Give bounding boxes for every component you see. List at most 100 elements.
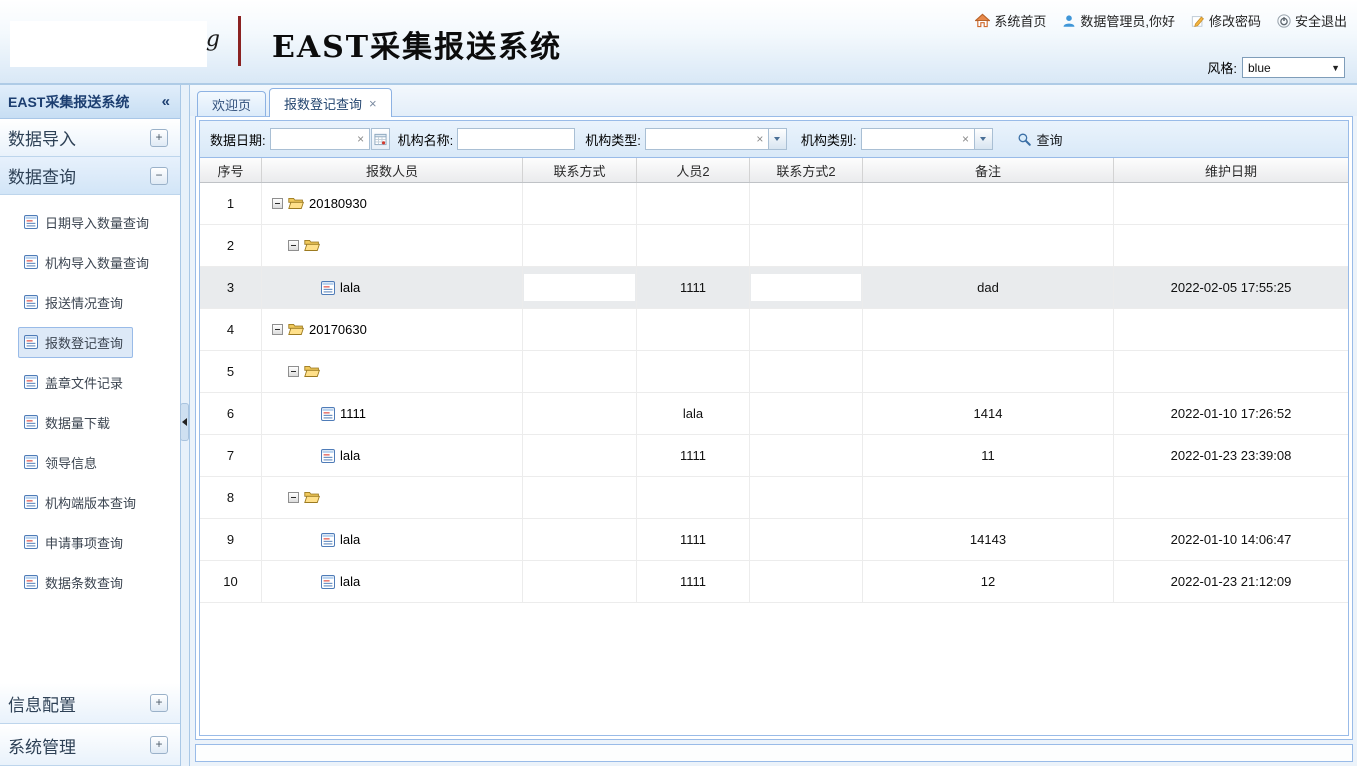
collapse-arrow-icon[interactable]: « xyxy=(162,93,170,110)
accordion-label: 系统管理 xyxy=(8,733,76,758)
sidebar-menu-item[interactable]: 机构端版本查询 xyxy=(0,482,180,522)
cell-person2: 1111 xyxy=(637,267,750,308)
sidebar-menu-item[interactable]: 机构导入数量查询 xyxy=(0,242,180,282)
combo-arrow-icon[interactable] xyxy=(974,129,992,149)
cell-person2 xyxy=(637,183,750,224)
cell-name xyxy=(262,351,523,392)
cell-person2: 1111 xyxy=(637,435,750,476)
expander-icon[interactable] xyxy=(288,240,299,251)
table-row[interactable]: 120180930 xyxy=(200,183,1348,225)
search-button-label: 查询 xyxy=(1037,130,1063,149)
table-row[interactable]: 3lala1111dad2022-02-05 17:55:25 xyxy=(200,267,1348,309)
column-header[interactable]: 序号 xyxy=(200,158,262,182)
column-header[interactable]: 维护日期 xyxy=(1114,158,1348,182)
column-header[interactable]: 联系方式 xyxy=(523,158,637,182)
table-row[interactable]: 61111lala14142022-01-10 17:26:52 xyxy=(200,393,1348,435)
sidebar-menu-item[interactable]: 报送情况查询 xyxy=(0,282,180,322)
cell-num: 6 xyxy=(200,393,262,434)
tab-label: 报数登记查询 xyxy=(284,94,362,113)
table-row[interactable]: 5 xyxy=(200,351,1348,393)
column-header[interactable]: 联系方式2 xyxy=(750,158,863,182)
sidebar-splitter[interactable] xyxy=(180,85,190,766)
sidebar-menu-item[interactable]: 数据量下载 xyxy=(0,402,180,442)
header-link[interactable]: 安全退出 xyxy=(1277,11,1347,30)
cell-contact2 xyxy=(750,309,863,350)
header-link-label: 安全退出 xyxy=(1295,11,1347,30)
plus-icon[interactable]: + xyxy=(150,694,168,712)
sidebar-item-label: 数据量下载 xyxy=(45,413,110,432)
table-row[interactable]: 10lala1111122022-01-23 21:12:09 xyxy=(200,561,1348,603)
tree-label: lala xyxy=(340,448,360,463)
sidebar-menu-item[interactable]: 领导信息 xyxy=(0,442,180,482)
sidebar-menu-item[interactable]: 报数登记查询 xyxy=(0,322,180,362)
clear-icon[interactable]: × xyxy=(353,132,369,146)
table-row[interactable]: 7lala1111112022-01-23 23:39:08 xyxy=(200,435,1348,477)
dropdown-arrow-icon: ▼ xyxy=(1331,63,1340,73)
minus-icon[interactable]: − xyxy=(150,167,168,185)
cell-note xyxy=(863,309,1114,350)
sidebar-menu-item-inner: 报数登记查询 xyxy=(18,327,133,358)
sidebar-menu-item[interactable]: 数据条数查询 xyxy=(0,562,180,602)
org-class-combo[interactable]: × xyxy=(861,128,993,150)
combo-clear-icon[interactable]: × xyxy=(752,132,768,146)
column-header[interactable]: 人员2 xyxy=(637,158,750,182)
expander-icon[interactable] xyxy=(272,324,283,335)
search-button[interactable]: 查询 xyxy=(1017,130,1063,149)
cell-contact xyxy=(523,183,637,224)
style-select[interactable]: blue ▼ xyxy=(1242,57,1345,78)
user-icon xyxy=(1062,14,1076,28)
date-input[interactable]: × xyxy=(270,128,370,150)
cell-person2: 1111 xyxy=(637,561,750,602)
table-row[interactable]: 2 xyxy=(200,225,1348,267)
accordion-data-query[interactable]: 数据查询 − xyxy=(0,157,180,195)
table-row[interactable]: 8 xyxy=(200,477,1348,519)
accordion-info-config[interactable]: 信息配置 + xyxy=(0,682,180,724)
tab[interactable]: 报数登记查询 × xyxy=(269,88,392,117)
cell-num: 3 xyxy=(200,267,262,308)
expander-icon[interactable] xyxy=(288,492,299,503)
org-name-input[interactable] xyxy=(457,128,575,150)
cell-num: 10 xyxy=(200,561,262,602)
cell-contact xyxy=(523,225,637,266)
expander-icon[interactable] xyxy=(272,198,283,209)
calendar-icon[interactable] xyxy=(371,128,390,150)
combo-arrow-icon[interactable] xyxy=(768,129,786,149)
header-link[interactable]: 数据管理员,你好 xyxy=(1062,11,1175,30)
sidebar-menu-item[interactable]: 日期导入数量查询 xyxy=(0,202,180,242)
plus-icon[interactable]: + xyxy=(150,736,168,754)
date-field-label: 数据日期: xyxy=(210,130,266,149)
menu-item-icon xyxy=(24,215,38,229)
status-bar xyxy=(195,744,1353,762)
splitter-collapse-handle[interactable] xyxy=(180,403,189,441)
table-row[interactable]: 9lala1111141432022-01-10 14:06:47 xyxy=(200,519,1348,561)
tab-close-icon[interactable]: × xyxy=(369,96,377,111)
sidebar-menu-item[interactable]: 盖章文件记录 xyxy=(0,362,180,402)
plus-icon[interactable]: + xyxy=(150,129,168,147)
cell-name: 1111 xyxy=(262,393,523,434)
table-row[interactable]: 420170630 xyxy=(200,309,1348,351)
cell-date xyxy=(1114,477,1348,518)
header-link[interactable]: 系统首页 xyxy=(975,11,1046,30)
column-header[interactable]: 备注 xyxy=(863,158,1114,182)
app-header: g EAST采集报送系统 系统首页数据管理员,你好修改密码安全退出 风格: bl… xyxy=(0,0,1357,85)
sidebar-menu-item[interactable]: 申请事项查询 xyxy=(0,522,180,562)
sidebar-item-label: 领导信息 xyxy=(45,453,97,472)
sidebar-item-label: 盖章文件记录 xyxy=(45,373,123,392)
org-type-combo[interactable]: × xyxy=(645,128,787,150)
combo-clear-icon[interactable]: × xyxy=(958,132,974,146)
expander-icon[interactable] xyxy=(288,366,299,377)
column-header[interactable]: 报数人员 xyxy=(262,158,523,182)
logo-placeholder: g xyxy=(10,21,207,67)
tree-label: 20170630 xyxy=(309,322,367,337)
cell-contact2 xyxy=(750,267,863,308)
accordion-data-import[interactable]: 数据导入 + xyxy=(0,119,180,157)
search-toolbar: 数据日期: × xyxy=(200,121,1348,158)
accordion-sys-admin[interactable]: 系统管理 + xyxy=(0,724,180,766)
header-link[interactable]: 修改密码 xyxy=(1191,11,1261,30)
cell-note: dad xyxy=(863,267,1114,308)
cell-note xyxy=(863,183,1114,224)
sidebar-menu-item-inner: 数据量下载 xyxy=(18,407,120,438)
accordion-label: 数据导入 xyxy=(8,125,76,150)
tab[interactable]: 欢迎页 xyxy=(197,91,266,116)
leaf-icon xyxy=(321,575,335,589)
